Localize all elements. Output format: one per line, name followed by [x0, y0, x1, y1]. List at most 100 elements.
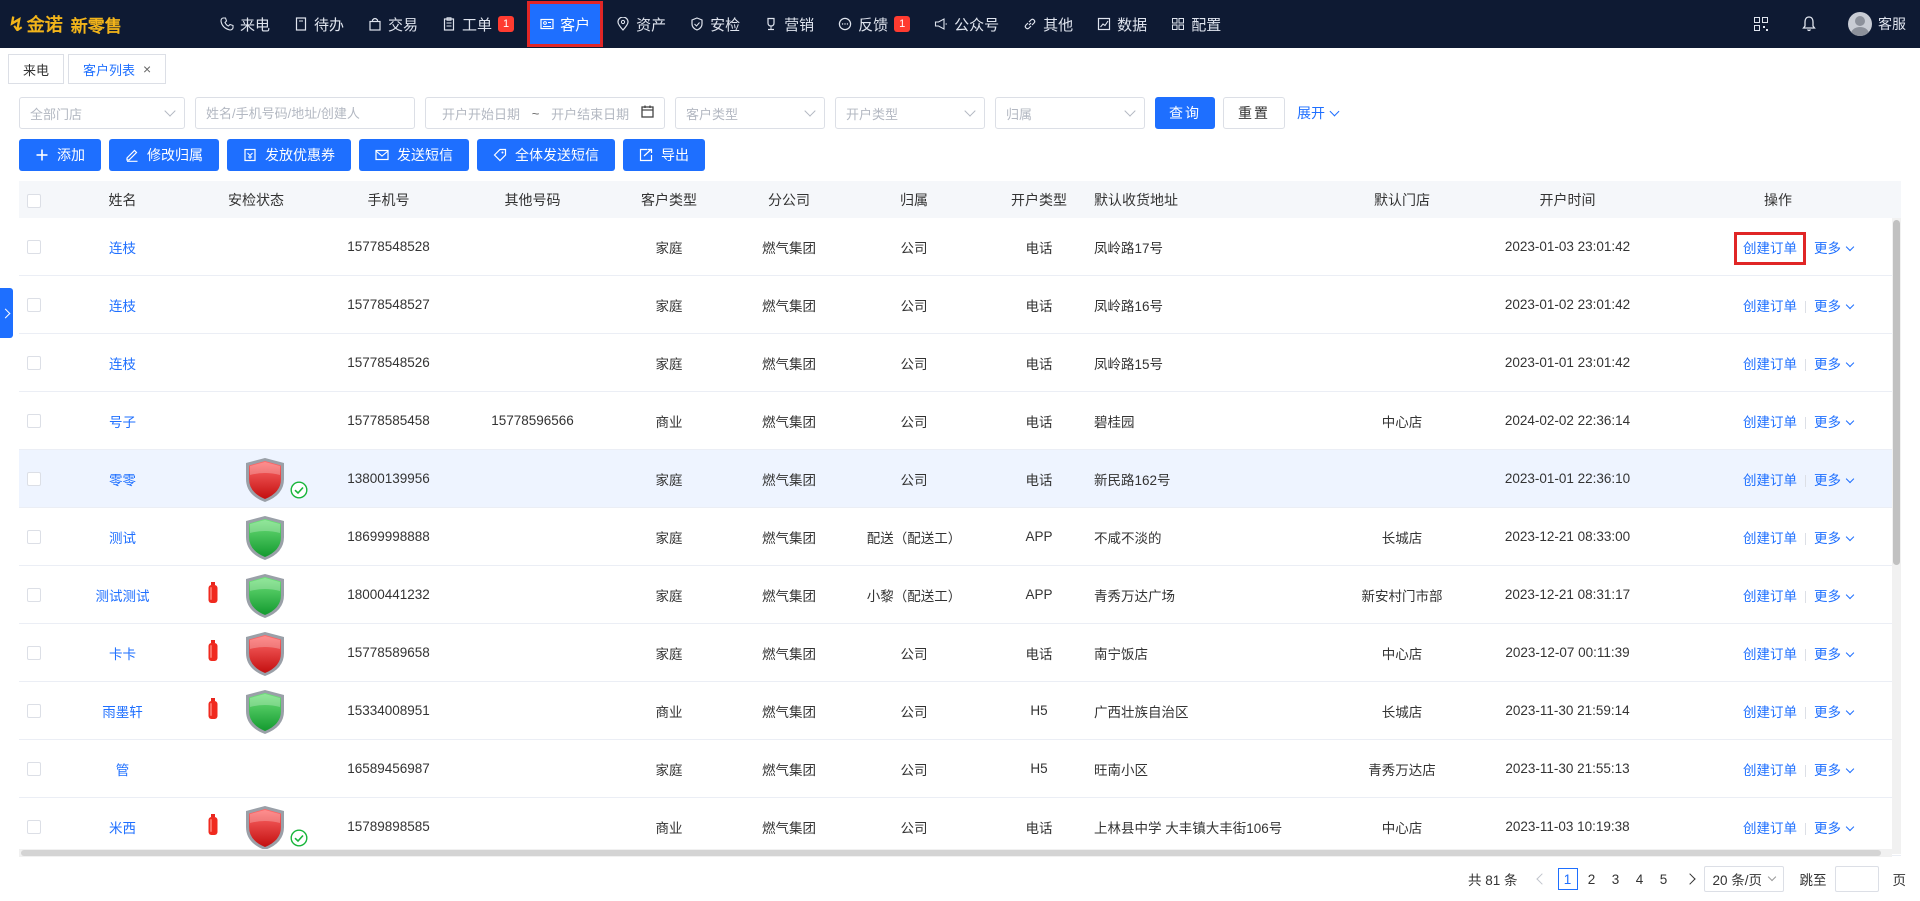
row-checkbox[interactable]: [27, 472, 41, 487]
row-checkbox[interactable]: [27, 298, 41, 313]
create-order-link[interactable]: 创建订单: [1734, 231, 1806, 265]
table-row[interactable]: 连枝 15778548528 家庭 燃气集团 公司 电话 凤岭路17号 2023-01-03 …: [19, 218, 1901, 276]
row-checkbox[interactable]: [27, 762, 41, 777]
open-type-select[interactable]: 开户类型: [835, 97, 985, 129]
nav-item-3[interactable]: 工单 1: [434, 6, 522, 42]
nav-item-9[interactable]: 公众号: [926, 6, 1007, 42]
customer-name-link[interactable]: 零零: [109, 473, 136, 488]
table-row[interactable]: 测试测试 18000441232 家庭 燃气集团 小黎（配送工） APP 青秀万达广场 新安村…: [19, 566, 1901, 624]
nav-item-5[interactable]: 资产: [608, 6, 674, 42]
vertical-scrollbar-thumb[interactable]: [1893, 220, 1900, 565]
vertical-scrollbar[interactable]: [1892, 218, 1901, 854]
create-order-link[interactable]: 创建订单: [1743, 531, 1797, 546]
more-dropdown[interactable]: 更多: [1814, 299, 1855, 314]
nav-item-7[interactable]: 营销: [756, 6, 822, 42]
nav-item-2[interactable]: 交易: [360, 6, 426, 42]
action-button-5[interactable]: 导出: [623, 139, 705, 171]
page-size-select[interactable]: 20 条/页: [1703, 866, 1784, 892]
row-checkbox[interactable]: [27, 646, 41, 661]
table-row[interactable]: 零零 13800139956 家庭 燃气集团 公司 电话 新民路162号 2023-01-01…: [19, 449, 1901, 508]
table-row[interactable]: 连枝 15778548527 家庭 燃气集团 公司 电话 凤岭路16号 2023-01-02 …: [19, 276, 1901, 334]
app-logo[interactable]: ↯ 金诺 新零售: [0, 0, 212, 48]
customer-name-link[interactable]: 米西: [109, 821, 136, 836]
create-order-link[interactable]: 创建订单: [1743, 473, 1797, 488]
bell-icon[interactable]: [1800, 15, 1818, 33]
page-button-3[interactable]: 3: [1606, 868, 1626, 890]
table-row[interactable]: 卡卡 15778589658 家庭 燃气集团 公司 电话 南宁饭店 中心店 2023-12-07…: [19, 624, 1901, 682]
page-button-1[interactable]: 1: [1557, 868, 1578, 890]
more-dropdown[interactable]: 更多: [1814, 415, 1855, 430]
customer-name-link[interactable]: 雨墨轩: [102, 705, 143, 720]
page-button-4[interactable]: 4: [1630, 868, 1650, 890]
nav-item-12[interactable]: 配置: [1163, 6, 1229, 42]
more-dropdown[interactable]: 更多: [1814, 705, 1855, 720]
more-dropdown[interactable]: 更多: [1814, 473, 1855, 488]
jump-page-input[interactable]: [1834, 866, 1879, 892]
close-icon[interactable]: ×: [143, 61, 151, 77]
customer-name-link[interactable]: 连枝: [109, 299, 136, 314]
create-order-link[interactable]: 创建订单: [1743, 299, 1797, 314]
create-order-link[interactable]: 创建订单: [1743, 763, 1797, 778]
nav-item-1[interactable]: 待办: [286, 6, 352, 42]
create-order-link[interactable]: 创建订单: [1743, 705, 1797, 720]
horizontal-scrollbar[interactable]: [19, 849, 1892, 857]
customer-name-link[interactable]: 连枝: [109, 241, 136, 256]
username[interactable]: 客服: [1878, 14, 1906, 34]
belong-select[interactable]: 归属: [995, 97, 1145, 129]
table-row[interactable]: 测试 18699998888 家庭 燃气集团 配送（配送工） APP 不咸不淡的 长城店 202…: [19, 508, 1901, 566]
row-checkbox[interactable]: [27, 704, 41, 719]
tab-0[interactable]: 来电: [8, 54, 65, 84]
row-checkbox[interactable]: [27, 530, 41, 545]
table-row[interactable]: 号子 15778585458 15778596566 商业 燃气集团 公司 电话 碧桂园 中心店…: [19, 392, 1901, 450]
table-row[interactable]: 管 16589456987 家庭 燃气集团 公司 H5 旺南小区 青秀万达店 2023-11-3…: [19, 740, 1901, 798]
action-button-2[interactable]: 发放优惠券: [227, 139, 351, 171]
row-checkbox[interactable]: [27, 356, 41, 371]
create-order-link[interactable]: 创建订单: [1743, 821, 1797, 836]
qrcode-icon[interactable]: [1752, 15, 1770, 33]
create-order-link[interactable]: 创建订单: [1743, 647, 1797, 662]
select-all-checkbox[interactable]: [27, 193, 41, 208]
reset-button[interactable]: 重置: [1223, 97, 1285, 129]
customer-type-select[interactable]: 客户类型: [675, 97, 825, 129]
customer-name-link[interactable]: 管: [116, 763, 130, 778]
expand-filters-button[interactable]: 展开: [1297, 103, 1340, 123]
row-checkbox[interactable]: [27, 240, 41, 255]
create-order-link[interactable]: 创建订单: [1743, 415, 1797, 430]
nav-item-4[interactable]: 客户: [527, 1, 604, 47]
nav-item-8[interactable]: 反馈 1: [830, 6, 918, 42]
nav-item-0[interactable]: 来电: [212, 6, 278, 42]
more-dropdown[interactable]: 更多: [1814, 763, 1855, 778]
action-button-1[interactable]: 修改归属: [109, 139, 219, 171]
prev-page-icon[interactable]: [1535, 873, 1548, 885]
query-button[interactable]: 查询: [1155, 97, 1215, 129]
more-dropdown[interactable]: 更多: [1814, 589, 1855, 604]
create-order-link[interactable]: 创建订单: [1743, 589, 1797, 604]
store-select[interactable]: 全部门店: [19, 97, 185, 129]
nav-item-10[interactable]: 其他: [1015, 6, 1081, 42]
sidebar-toggle-button[interactable]: [0, 288, 13, 338]
row-checkbox[interactable]: [27, 588, 41, 603]
table-row[interactable]: 米西 15789898585 商业 燃气集团 公司 电话 上林县中学 大丰镇大丰街106号 中…: [19, 798, 1901, 856]
nav-item-11[interactable]: 数据: [1089, 6, 1155, 42]
action-button-4[interactable]: 全体发送短信: [477, 139, 615, 171]
more-dropdown[interactable]: 更多: [1814, 531, 1855, 546]
action-button-3[interactable]: 发送短信: [359, 139, 469, 171]
customer-name-link[interactable]: 测试测试: [96, 589, 150, 604]
customer-name-link[interactable]: 号子: [109, 415, 136, 430]
row-checkbox[interactable]: [27, 414, 41, 429]
nav-item-6[interactable]: 安检: [682, 6, 748, 42]
more-dropdown[interactable]: 更多: [1814, 241, 1855, 256]
customer-name-link[interactable]: 卡卡: [109, 647, 136, 662]
more-dropdown[interactable]: 更多: [1814, 357, 1855, 372]
table-row[interactable]: 连枝 15778548526 家庭 燃气集团 公司 电话 凤岭路15号 2023-01-01 …: [19, 334, 1901, 392]
create-order-link[interactable]: 创建订单: [1743, 357, 1797, 372]
page-button-5[interactable]: 5: [1654, 868, 1674, 890]
avatar[interactable]: [1848, 12, 1872, 36]
horizontal-scrollbar-thumb[interactable]: [21, 850, 1881, 856]
more-dropdown[interactable]: 更多: [1814, 821, 1855, 836]
search-input[interactable]: [206, 105, 404, 121]
action-button-0[interactable]: 添加: [19, 139, 101, 171]
date-range-picker[interactable]: 开户开始日期 ~ 开户结束日期: [425, 97, 665, 129]
customer-name-link[interactable]: 连枝: [109, 357, 136, 372]
table-row[interactable]: 雨墨轩 15334008951 商业 燃气集团 公司 H5 广西壮族自治区 长城店 2023-1…: [19, 682, 1901, 740]
